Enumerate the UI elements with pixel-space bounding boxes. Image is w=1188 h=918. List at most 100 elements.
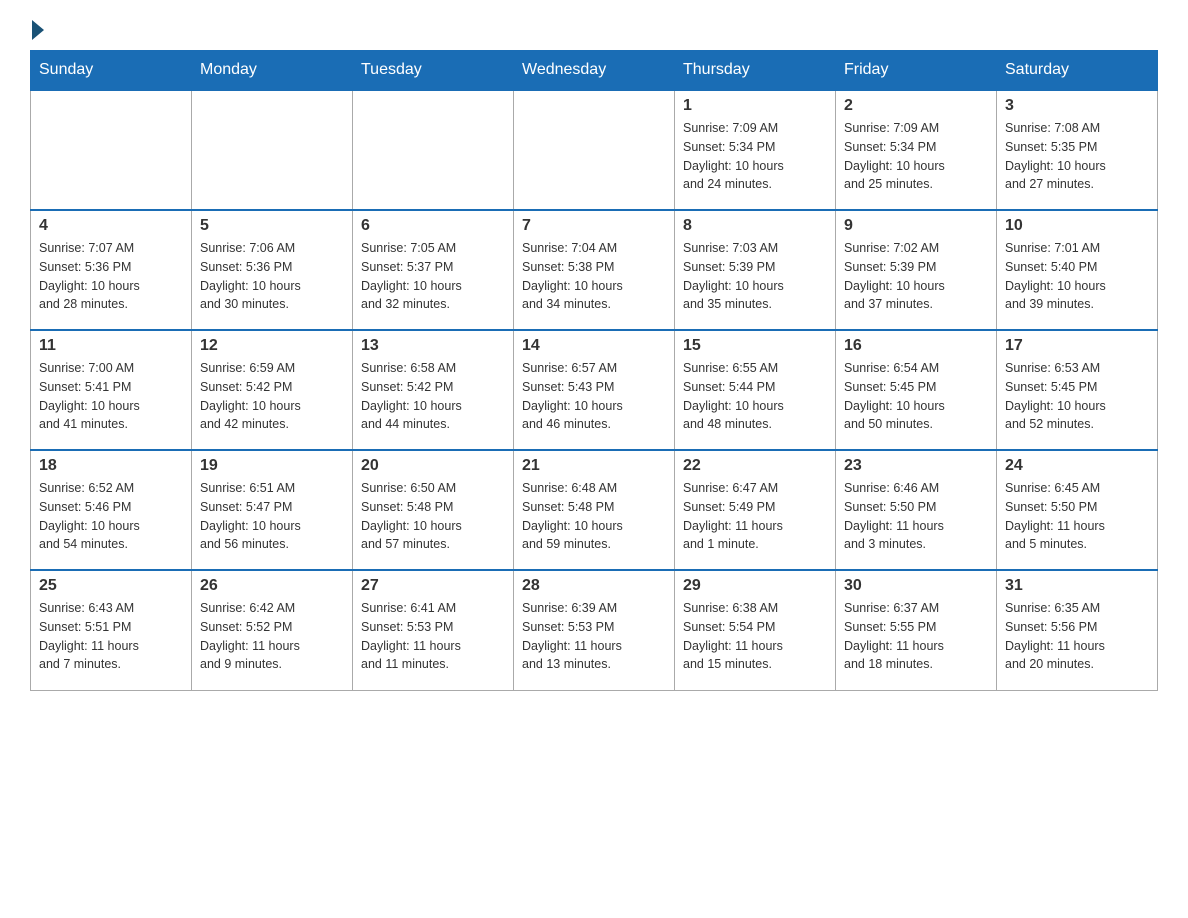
calendar-cell: 20Sunrise: 6:50 AMSunset: 5:48 PMDayligh… — [353, 450, 514, 570]
day-info: Sunrise: 7:01 AMSunset: 5:40 PMDaylight:… — [1005, 239, 1149, 314]
day-info: Sunrise: 6:48 AMSunset: 5:48 PMDaylight:… — [522, 479, 666, 554]
calendar-cell: 11 Sunrise: 7:00 AMSunset: 5:41 PMDayligh… — [31, 330, 192, 450]
day-info: Sunrise: 7:06 AMSunset: 5:36 PMDaylight:… — [200, 239, 344, 314]
day-number: 21 — [522, 457, 666, 475]
calendar-cell: 2 Sunrise: 7:09 AMSunset: 5:34 PMDaylight… — [836, 90, 997, 210]
day-number: 31 — [1005, 577, 1149, 595]
day-number: 10 — [1005, 217, 1149, 235]
col-header-sunday: Sunday — [31, 51, 192, 91]
calendar-cell: 10 Sunrise: 7:01 AMSunset: 5:40 PMDayligh… — [997, 210, 1158, 330]
day-number: 1 — [683, 97, 827, 115]
calendar-cell: 16 Sunrise: 6:54 AMSunset: 5:45 PMDayligh… — [836, 330, 997, 450]
calendar-cell: 1 Sunrise: 7:09 AMSunset: 5:34 PMDaylight… — [675, 90, 836, 210]
calendar-cell: 6 Sunrise: 7:05 AMSunset: 5:37 PMDaylight… — [353, 210, 514, 330]
day-number: 5 — [200, 217, 344, 235]
day-number: 11 — [39, 337, 183, 355]
day-info: Sunrise: 6:53 AMSunset: 5:45 PMDaylight:… — [1005, 359, 1149, 434]
day-number: 13 — [361, 337, 505, 355]
day-info: Sunrise: 6:45 AMSunset: 5:50 PMDaylight:… — [1005, 479, 1149, 554]
col-header-monday: Monday — [192, 51, 353, 91]
week-row-3: 11 Sunrise: 7:00 AMSunset: 5:41 PMDayligh… — [31, 330, 1158, 450]
day-info: Sunrise: 7:08 AMSunset: 5:35 PMDaylight:… — [1005, 119, 1149, 194]
day-number: 6 — [361, 217, 505, 235]
calendar-cell: 15 Sunrise: 6:55 AMSunset: 5:44 PMDayligh… — [675, 330, 836, 450]
calendar-cell: 14 Sunrise: 6:57 AMSunset: 5:43 PMDayligh… — [514, 330, 675, 450]
calendar-cell: 31 Sunrise: 6:35 AMSunset: 5:56 PMDayligh… — [997, 570, 1158, 690]
day-info: Sunrise: 7:07 AMSunset: 5:36 PMDaylight:… — [39, 239, 183, 314]
day-number: 2 — [844, 97, 988, 115]
col-header-wednesday: Wednesday — [514, 51, 675, 91]
day-number: 28 — [522, 577, 666, 595]
logo — [30, 20, 46, 40]
day-number: 8 — [683, 217, 827, 235]
day-info: Sunrise: 7:09 AMSunset: 5:34 PMDaylight:… — [844, 119, 988, 194]
calendar-cell — [31, 90, 192, 210]
day-info: Sunrise: 6:55 AMSunset: 5:44 PMDaylight:… — [683, 359, 827, 434]
calendar-cell — [514, 90, 675, 210]
calendar-cell: 18 Sunrise: 6:52 AMSunset: 5:46 PMDayligh… — [31, 450, 192, 570]
day-info: Sunrise: 6:52 AMSunset: 5:46 PMDaylight:… — [39, 479, 183, 554]
day-number: 25 — [39, 577, 183, 595]
calendar-cell: 9 Sunrise: 7:02 AMSunset: 5:39 PMDaylight… — [836, 210, 997, 330]
day-number: 22 — [683, 457, 827, 475]
calendar-cell: 8 Sunrise: 7:03 AMSunset: 5:39 PMDaylight… — [675, 210, 836, 330]
calendar-cell: 22Sunrise: 6:47 AMSunset: 5:49 PMDayligh… — [675, 450, 836, 570]
day-info: Sunrise: 7:09 AMSunset: 5:34 PMDaylight:… — [683, 119, 827, 194]
day-number: 18 — [39, 457, 183, 475]
day-info: Sunrise: 6:41 AMSunset: 5:53 PMDaylight:… — [361, 599, 505, 674]
col-header-friday: Friday — [836, 51, 997, 91]
day-info: Sunrise: 6:57 AMSunset: 5:43 PMDaylight:… — [522, 359, 666, 434]
day-number: 17 — [1005, 337, 1149, 355]
calendar-header-row: SundayMondayTuesdayWednesdayThursdayFrid… — [31, 51, 1158, 91]
day-info: Sunrise: 7:03 AMSunset: 5:39 PMDaylight:… — [683, 239, 827, 314]
calendar-cell: 13Sunrise: 6:58 AMSunset: 5:42 PMDayligh… — [353, 330, 514, 450]
day-number: 24 — [1005, 457, 1149, 475]
calendar-cell: 26 Sunrise: 6:42 AMSunset: 5:52 PMDayligh… — [192, 570, 353, 690]
calendar-cell: 28 Sunrise: 6:39 AMSunset: 5:53 PMDayligh… — [514, 570, 675, 690]
week-row-5: 25 Sunrise: 6:43 AMSunset: 5:51 PMDayligh… — [31, 570, 1158, 690]
calendar-cell: 7Sunrise: 7:04 AMSunset: 5:38 PMDaylight… — [514, 210, 675, 330]
day-info: Sunrise: 6:42 AMSunset: 5:52 PMDaylight:… — [200, 599, 344, 674]
calendar-cell: 4Sunrise: 7:07 AMSunset: 5:36 PMDaylight… — [31, 210, 192, 330]
calendar-cell: 5 Sunrise: 7:06 AMSunset: 5:36 PMDaylight… — [192, 210, 353, 330]
day-info: Sunrise: 6:39 AMSunset: 5:53 PMDaylight:… — [522, 599, 666, 674]
calendar-cell: 19 Sunrise: 6:51 AMSunset: 5:47 PMDayligh… — [192, 450, 353, 570]
day-number: 26 — [200, 577, 344, 595]
col-header-saturday: Saturday — [997, 51, 1158, 91]
day-number: 19 — [200, 457, 344, 475]
day-number: 7 — [522, 217, 666, 235]
page-header — [30, 20, 1158, 40]
logo-arrow-icon — [32, 20, 44, 40]
day-info: Sunrise: 7:00 AMSunset: 5:41 PMDaylight:… — [39, 359, 183, 434]
day-info: Sunrise: 6:54 AMSunset: 5:45 PMDaylight:… — [844, 359, 988, 434]
day-number: 9 — [844, 217, 988, 235]
calendar-cell — [353, 90, 514, 210]
day-number: 16 — [844, 337, 988, 355]
day-number: 14 — [522, 337, 666, 355]
day-number: 15 — [683, 337, 827, 355]
calendar-cell: 25 Sunrise: 6:43 AMSunset: 5:51 PMDayligh… — [31, 570, 192, 690]
calendar-cell: 12Sunrise: 6:59 AMSunset: 5:42 PMDayligh… — [192, 330, 353, 450]
calendar-cell: 30Sunrise: 6:37 AMSunset: 5:55 PMDayligh… — [836, 570, 997, 690]
day-info: Sunrise: 7:02 AMSunset: 5:39 PMDaylight:… — [844, 239, 988, 314]
calendar-cell: 3 Sunrise: 7:08 AMSunset: 5:35 PMDaylight… — [997, 90, 1158, 210]
day-number: 3 — [1005, 97, 1149, 115]
col-header-thursday: Thursday — [675, 51, 836, 91]
day-info: Sunrise: 6:35 AMSunset: 5:56 PMDaylight:… — [1005, 599, 1149, 674]
day-info: Sunrise: 6:50 AMSunset: 5:48 PMDaylight:… — [361, 479, 505, 554]
day-info: Sunrise: 6:46 AMSunset: 5:50 PMDaylight:… — [844, 479, 988, 554]
day-number: 30 — [844, 577, 988, 595]
day-info: Sunrise: 6:38 AMSunset: 5:54 PMDaylight:… — [683, 599, 827, 674]
day-info: Sunrise: 7:05 AMSunset: 5:37 PMDaylight:… — [361, 239, 505, 314]
day-info: Sunrise: 6:51 AMSunset: 5:47 PMDaylight:… — [200, 479, 344, 554]
day-number: 23 — [844, 457, 988, 475]
week-row-1: 1 Sunrise: 7:09 AMSunset: 5:34 PMDaylight… — [31, 90, 1158, 210]
calendar-cell: 21 Sunrise: 6:48 AMSunset: 5:48 PMDayligh… — [514, 450, 675, 570]
week-row-4: 18 Sunrise: 6:52 AMSunset: 5:46 PMDayligh… — [31, 450, 1158, 570]
day-number: 29 — [683, 577, 827, 595]
calendar-cell: 17 Sunrise: 6:53 AMSunset: 5:45 PMDayligh… — [997, 330, 1158, 450]
calendar-cell: 29 Sunrise: 6:38 AMSunset: 5:54 PMDayligh… — [675, 570, 836, 690]
day-number: 12 — [200, 337, 344, 355]
calendar-table: SundayMondayTuesdayWednesdayThursdayFrid… — [30, 50, 1158, 691]
day-info: Sunrise: 6:43 AMSunset: 5:51 PMDaylight:… — [39, 599, 183, 674]
